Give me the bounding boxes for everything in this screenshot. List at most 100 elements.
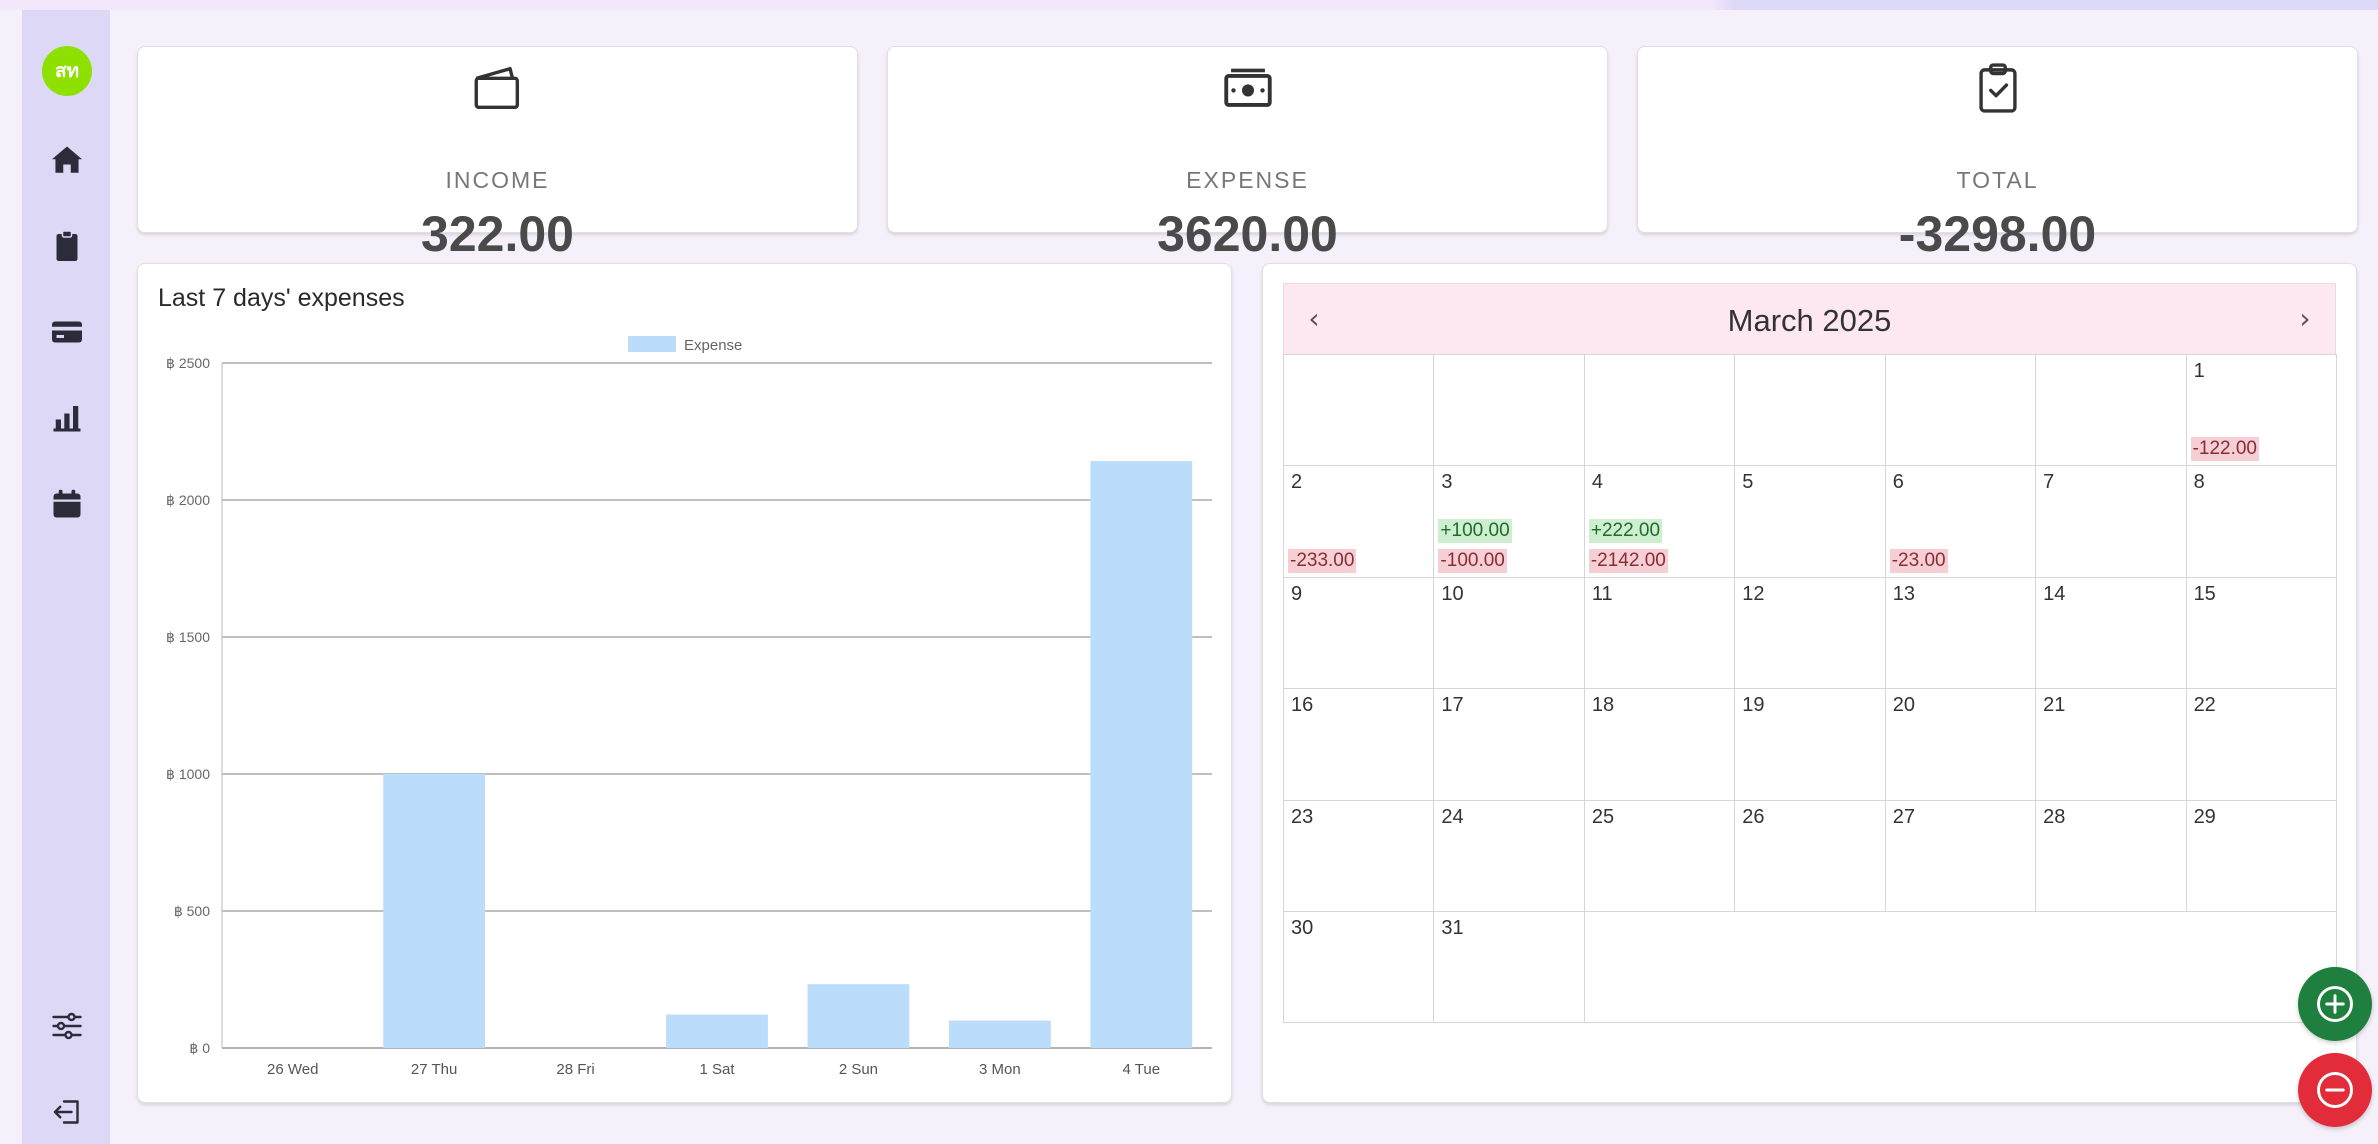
y-tick-label: ฿ 0 bbox=[189, 1040, 210, 1056]
expense-chart-panel: Last 7 days' expenses ฿ 0 ฿ 500 ฿ 1000 ฿ 15… bbox=[137, 263, 1232, 1103]
calendar-day-number: 7 bbox=[2043, 471, 2055, 494]
calendar-day-25[interactable]: 25 bbox=[1583, 799, 1736, 912]
calendar-day-10[interactable]: 10 bbox=[1433, 576, 1585, 690]
y-tick-label: ฿ 2500 bbox=[166, 355, 210, 371]
calendar-day-20[interactable]: 20 bbox=[1884, 688, 2037, 801]
add-expense-button[interactable] bbox=[2298, 1053, 2372, 1127]
calendar-day-26[interactable]: 26 bbox=[1734, 799, 1886, 912]
calendar-day-number: 11 bbox=[1591, 582, 1613, 605]
calendar-day-number: 17 bbox=[1441, 694, 1464, 717]
calendar-day-amounts: +100.00 -100.00 bbox=[1438, 518, 1512, 573]
expense-bar-chart: ฿ 0 ฿ 500 ฿ 1000 ฿ 1500 ฿ 2000 ฿ 2500 Expense 2… bbox=[166, 336, 1212, 1078]
calendar-day-1[interactable]: 1 -122.00 bbox=[2185, 354, 2337, 467]
add-income-button[interactable] bbox=[2298, 967, 2372, 1041]
x-tick-label: 27 Thu bbox=[411, 1061, 457, 1078]
income-label: INCOME bbox=[445, 167, 550, 193]
credit-card-icon bbox=[52, 321, 82, 343]
calendar-day-number: 2 bbox=[1291, 471, 1303, 494]
calendar-day-number: 26 bbox=[1742, 805, 1765, 828]
bar-chart-icon bbox=[53, 406, 81, 432]
chart-bar bbox=[1090, 461, 1193, 1048]
calendar-day-12[interactable]: 12 bbox=[1734, 576, 1886, 690]
total-value: -3298.00 bbox=[1898, 206, 2097, 262]
calendar-day-17[interactable]: 17 bbox=[1433, 688, 1585, 801]
income-value: 322.00 bbox=[421, 206, 574, 262]
wallet-icon bbox=[469, 59, 527, 117]
calendar-day-15[interactable]: 15 bbox=[2185, 576, 2337, 690]
y-tick-label: ฿ 1000 bbox=[166, 766, 210, 782]
clipboard-check-icon bbox=[1969, 59, 2027, 117]
plus-circle-icon bbox=[2317, 986, 2353, 1022]
calendar-day-13[interactable]: 13 bbox=[1884, 576, 2037, 690]
calendar-day-18[interactable]: 18 bbox=[1583, 688, 1736, 801]
calendar-day-16[interactable]: 16 bbox=[1283, 688, 1435, 801]
calendar-day-9[interactable]: 9 bbox=[1283, 576, 1435, 690]
calendar-day-4[interactable]: 4 +222.00 -2142.00 bbox=[1583, 465, 1736, 578]
calendar-day-number: 29 bbox=[2193, 805, 2216, 828]
calendar-day-number: 30 bbox=[1291, 917, 1314, 939]
calendar-empty-cell bbox=[1583, 911, 2337, 1024]
calendar-day-6[interactable]: 6 -23.00 bbox=[1884, 465, 2037, 578]
calendar-day-5[interactable]: 5 bbox=[1734, 465, 1886, 578]
expense-card: EXPENSE 3620.00 bbox=[887, 46, 1608, 262]
calendar-icon bbox=[53, 489, 81, 518]
settings-sliders-icon bbox=[52, 1012, 82, 1040]
calendar-next-button[interactable]: › bbox=[2285, 298, 2325, 338]
expense-value: 3620.00 bbox=[1157, 206, 1338, 262]
x-tick-label: 28 Fri bbox=[556, 1061, 594, 1078]
sidebar-item-home[interactable] bbox=[49, 142, 85, 178]
calendar-month-title: March 2025 bbox=[1727, 303, 1892, 338]
money-icon bbox=[1219, 59, 1277, 117]
calendar-day-number: 23 bbox=[1291, 805, 1314, 828]
calendar-day-11[interactable]: 11 bbox=[1583, 576, 1736, 690]
expense-amount-tag: -23.00 bbox=[1889, 548, 1948, 573]
chart-bar bbox=[948, 1020, 1051, 1048]
calendar-day-22[interactable]: 22 bbox=[2185, 688, 2337, 801]
calendar-day-number: 15 bbox=[2193, 582, 2216, 605]
calendar-day-30[interactable]: 30 bbox=[1283, 911, 1435, 1024]
calendar-day-21[interactable]: 21 bbox=[2035, 688, 2187, 801]
y-tick-label: ฿ 1500 bbox=[166, 629, 210, 645]
calendar-day-28[interactable]: 28 bbox=[2035, 799, 2187, 912]
sidebar-item-cards[interactable] bbox=[49, 314, 85, 350]
calendar-day-number: 20 bbox=[1892, 694, 1915, 717]
calendar-header: ‹ March 2025 › bbox=[1283, 283, 2336, 355]
chart-bar bbox=[666, 1014, 768, 1048]
sidebar-item-logout[interactable] bbox=[49, 1094, 85, 1130]
calendar-empty-cell bbox=[1583, 354, 1736, 467]
legend-label: Expense bbox=[684, 337, 742, 354]
calendar-day-number: 22 bbox=[2193, 694, 2216, 717]
calendar-panel: ‹ March 2025 › 1 -122.00 2 -233.00 3 +100.00 -… bbox=[1262, 263, 2357, 1103]
calendar-day-number: 14 bbox=[2043, 582, 2066, 605]
sidebar-item-transactions[interactable] bbox=[49, 228, 85, 264]
calendar-day-number: 12 bbox=[1742, 582, 1765, 605]
calendar-day-number: 31 bbox=[1441, 917, 1464, 939]
calendar-day-number: 8 bbox=[2193, 471, 2205, 494]
avatar[interactable]: สท bbox=[42, 46, 92, 96]
calendar-day-7[interactable]: 7 bbox=[2035, 465, 2187, 578]
calendar-empty-cell bbox=[1884, 354, 2037, 467]
sidebar-item-settings[interactable] bbox=[49, 1008, 85, 1044]
calendar-day-19[interactable]: 19 bbox=[1734, 688, 1886, 801]
calendar-day-number: 25 bbox=[1591, 805, 1615, 828]
calendar-day-3[interactable]: 3 +100.00 -100.00 bbox=[1433, 465, 1585, 578]
calendar-day-number: 18 bbox=[1591, 694, 1615, 717]
calendar-day-number: 13 bbox=[1892, 582, 1915, 605]
chart-bar bbox=[383, 774, 486, 1048]
calendar-day-8[interactable]: 8 bbox=[2185, 465, 2337, 578]
calendar-day-number: 5 bbox=[1742, 471, 1754, 494]
calendar-day-number: 27 bbox=[1892, 805, 1915, 828]
logout-icon bbox=[53, 1100, 79, 1124]
calendar-day-24[interactable]: 24 bbox=[1433, 799, 1585, 912]
income-amount-tag: +100.00 bbox=[1438, 518, 1512, 543]
sidebar-item-calendar[interactable] bbox=[49, 486, 85, 522]
sidebar-item-reports[interactable] bbox=[49, 400, 85, 436]
calendar-day-31[interactable]: 31 bbox=[1433, 911, 1585, 1024]
calendar-day-27[interactable]: 27 bbox=[1884, 799, 2037, 912]
calendar-day-23[interactable]: 23 bbox=[1283, 799, 1435, 912]
minus-circle-icon bbox=[2317, 1072, 2353, 1108]
calendar-day-2[interactable]: 2 -233.00 bbox=[1283, 465, 1435, 578]
calendar-day-14[interactable]: 14 bbox=[2035, 576, 2187, 690]
calendar-day-29[interactable]: 29 bbox=[2185, 799, 2337, 912]
y-tick-label: ฿ 2000 bbox=[166, 492, 210, 508]
